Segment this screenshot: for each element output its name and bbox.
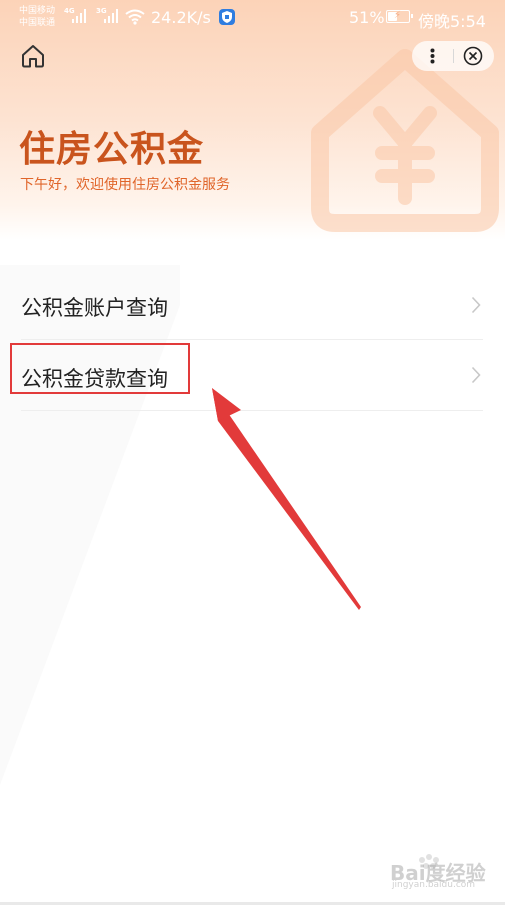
list-divider (21, 339, 483, 340)
battery-percent: 51% (349, 8, 385, 27)
more-options-button[interactable] (412, 41, 453, 71)
page-title: 住房公积金 (19, 129, 205, 170)
wifi-icon (125, 9, 145, 25)
close-circle-icon (463, 46, 483, 66)
home-button[interactable] (20, 43, 46, 69)
status-bar: 中国移动 中国联通 4G 3G 24.2K/s 51% ⚡ 傍晚5:54 (0, 0, 505, 36)
close-button[interactable] (454, 41, 494, 71)
clock: 傍晚5:54 (418, 12, 486, 31)
menu-item-label: 公积金账户查询 (21, 296, 168, 320)
signal-bars-icon (72, 9, 86, 23)
list-divider (21, 410, 483, 411)
signal-bars-icon (104, 9, 118, 23)
carrier-1: 中国移动 (19, 6, 56, 16)
battery-icon: ⚡ (386, 10, 413, 23)
chevron-right-icon (471, 296, 481, 314)
chevron-right-icon (471, 366, 481, 384)
network-speed: 24.2K/s (151, 8, 211, 27)
watermark-url: jingyan.baidu.com (392, 880, 476, 890)
annotation-highlight-box (10, 343, 190, 394)
mini-program-capsule (412, 41, 494, 71)
security-shield-icon (219, 9, 235, 25)
mini-program-page: 中国移动 中国联通 4G 3G 24.2K/s 51% ⚡ 傍晚5:54 住房公… (0, 0, 505, 905)
menu-item-account-query[interactable]: 公积金账户查询 (0, 270, 505, 340)
home-icon (22, 45, 44, 68)
carrier-names: 中国移动 中国联通 (19, 5, 55, 29)
carrier-2: 中国联通 (19, 18, 56, 28)
greeting-text: 下午好，欢迎使用住房公积金服务 (20, 177, 230, 193)
more-dots-icon (430, 48, 435, 64)
